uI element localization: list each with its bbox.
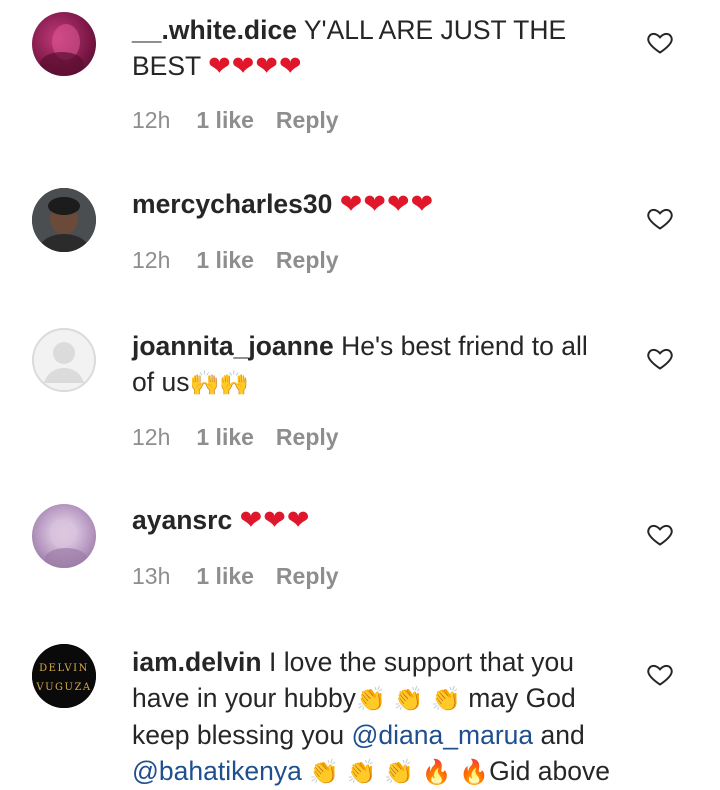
- comment-time: 12h: [132, 246, 171, 273]
- comment-text: __.white.dice Y'ALL ARE JUST THE BEST ❤❤…: [132, 12, 612, 84]
- comment-likes[interactable]: 1 like: [196, 107, 254, 134]
- avatar-logo: DELVIN VUGUZA: [32, 644, 96, 708]
- raising-hands-emoji: 🙌🙌: [189, 369, 250, 397]
- avatar[interactable]: [32, 328, 96, 392]
- comment-meta: 13h 1 like Reply: [132, 561, 612, 591]
- like-heart-icon[interactable]: [646, 344, 674, 372]
- heart-emoji: ❤❤❤❤: [339, 189, 435, 219]
- like-heart-icon[interactable]: [646, 28, 674, 56]
- reply-button[interactable]: Reply: [276, 107, 339, 134]
- comment-text: joannita_joanne He's best friend to all …: [132, 328, 612, 401]
- clap-fire-emoji: 👏 👏 👏 🔥 🔥: [309, 758, 490, 786]
- comment-meta: 12h 1 like Reply: [132, 105, 612, 135]
- heart-emoji: ❤❤❤❤: [208, 51, 303, 81]
- reply-button[interactable]: Reply: [276, 247, 339, 274]
- comment-likes[interactable]: 1 like: [196, 247, 254, 274]
- comment-time: 12h: [132, 423, 171, 450]
- avatar[interactable]: [32, 504, 96, 568]
- reply-button[interactable]: Reply: [276, 424, 339, 451]
- avatar-image: [32, 188, 96, 252]
- comment-text: iam.delvin I love the support that you h…: [132, 644, 612, 790]
- comment-time: 12h: [132, 106, 171, 133]
- avatar-text-bottom: VUGUZA: [35, 682, 91, 693]
- avatar-image: [40, 24, 84, 76]
- mention-link[interactable]: @diana_marua: [352, 720, 534, 750]
- comment-text: ayansrc ❤❤❤: [132, 502, 612, 538]
- avatar-image: [44, 520, 88, 568]
- avatar[interactable]: DELVIN VUGUZA: [32, 644, 96, 708]
- comment-body: Gid above: [489, 756, 610, 786]
- mention-link[interactable]: @bahatikenya: [132, 756, 302, 786]
- comment-meta: 12h 1 like Reply: [132, 245, 612, 275]
- comment-likes[interactable]: 1 like: [196, 563, 254, 590]
- comment-time: 13h: [132, 562, 171, 589]
- comment-likes[interactable]: 1 like: [196, 424, 254, 451]
- comment-username[interactable]: __.white.dice: [132, 15, 297, 45]
- comment-username[interactable]: ayansrc: [132, 505, 232, 535]
- comment-text: mercycharles30 ❤❤❤❤: [132, 186, 612, 222]
- comment-username[interactable]: iam.delvin: [132, 647, 262, 677]
- heart-emoji: ❤❤❤: [239, 505, 311, 535]
- comment-username[interactable]: mercycharles30: [132, 189, 332, 219]
- avatar[interactable]: [32, 188, 96, 252]
- like-heart-icon[interactable]: [646, 204, 674, 232]
- reply-button[interactable]: Reply: [276, 563, 339, 590]
- avatar-text-top: DELVIN: [39, 663, 89, 674]
- clapping-emoji: 👏 👏 👏: [355, 685, 461, 713]
- comment-username[interactable]: joannita_joanne: [132, 331, 334, 361]
- comment-meta: 12h 1 like Reply: [132, 422, 612, 452]
- like-heart-icon[interactable]: [646, 520, 674, 548]
- like-heart-icon[interactable]: [646, 660, 674, 688]
- default-avatar-icon: [32, 328, 96, 392]
- avatar[interactable]: [32, 12, 96, 76]
- comment-body: and: [540, 720, 585, 750]
